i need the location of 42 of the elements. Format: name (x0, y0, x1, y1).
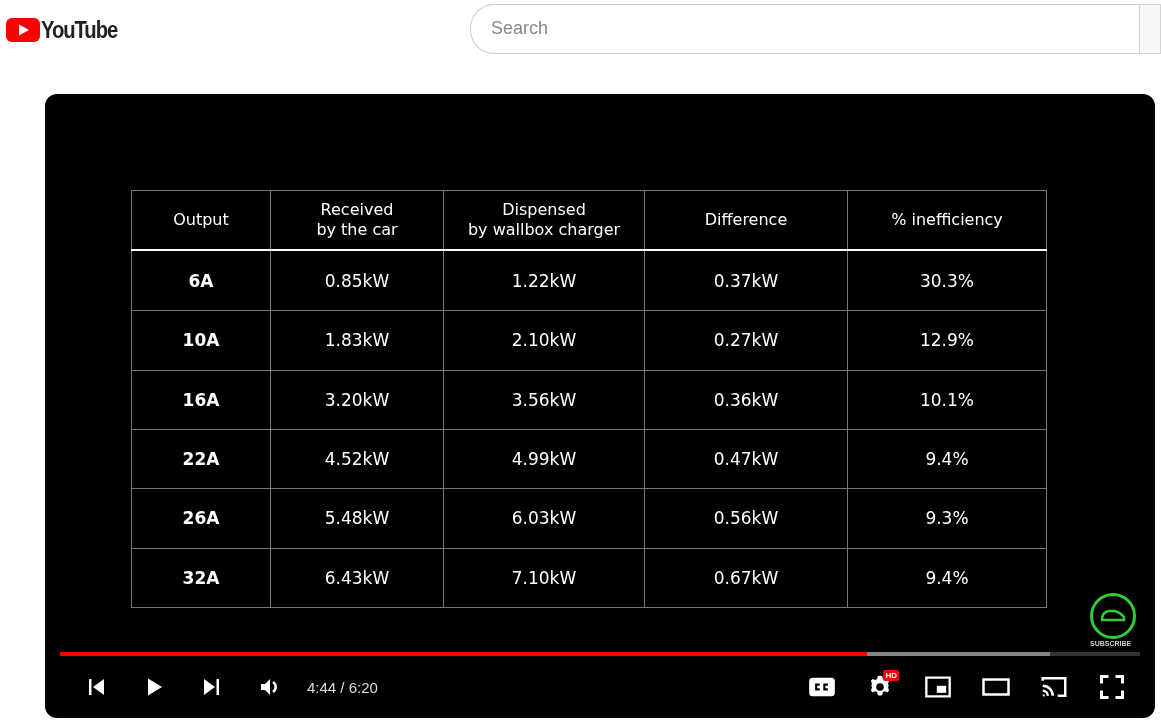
table-cell: 30.3% (847, 250, 1047, 311)
logo-text: YouTube (41, 16, 118, 44)
table-cell: 4.99kW (443, 429, 645, 489)
quality-badge: HD (883, 670, 899, 682)
column-header: Difference (644, 190, 848, 250)
table-cell: 16A (131, 370, 271, 430)
fullscreen-icon (1098, 673, 1126, 702)
table-cell: 0.67kW (644, 548, 848, 608)
column-header: % inefficiency (847, 190, 1047, 250)
table-cell: 0.27kW (644, 310, 848, 370)
table-cell: 22A (131, 429, 271, 489)
table-cell: 6.43kW (270, 548, 444, 608)
table-cell: 9.3% (847, 488, 1047, 549)
settings-button[interactable]: HD (851, 667, 909, 708)
table-cell: 1.83kW (270, 310, 444, 370)
table-cell: 4.52kW (270, 429, 444, 489)
table-cell: 10.1% (847, 370, 1047, 430)
table-cell: 6.03kW (443, 488, 645, 549)
table-cell: 9.4% (847, 548, 1047, 608)
table-cell: 10A (131, 310, 271, 370)
table-cell: 5.48kW (270, 488, 444, 549)
table-cell: 1.22kW (443, 250, 645, 311)
column-header: Dispensed by wallbox charger (443, 190, 645, 250)
table-cell: 0.36kW (644, 370, 848, 430)
play-logo-icon (6, 18, 40, 42)
table-cell: 3.20kW (270, 370, 444, 430)
table-cell: 0.47kW (644, 429, 848, 489)
table-cell: 12.9% (847, 310, 1047, 370)
table-cell: 0.85kW (270, 250, 444, 311)
table-cell: 3.56kW (443, 370, 645, 430)
table-cell: 0.37kW (644, 250, 848, 311)
table-cell: 7.10kW (443, 548, 645, 608)
table-cell: 26A (131, 488, 271, 549)
table-cell: 9.4% (847, 429, 1047, 489)
table-cell: 6A (131, 250, 271, 311)
search-field[interactable]: Search (470, 3, 1139, 54)
table-cell: 0.56kW (644, 488, 848, 549)
table-cell: 2.10kW (443, 310, 645, 370)
table-cell: 32A (131, 548, 271, 608)
time-display: 4:44 / 6:20 (307, 678, 379, 696)
column-header: Received by the car (270, 190, 444, 250)
column-header: Output (131, 190, 271, 250)
